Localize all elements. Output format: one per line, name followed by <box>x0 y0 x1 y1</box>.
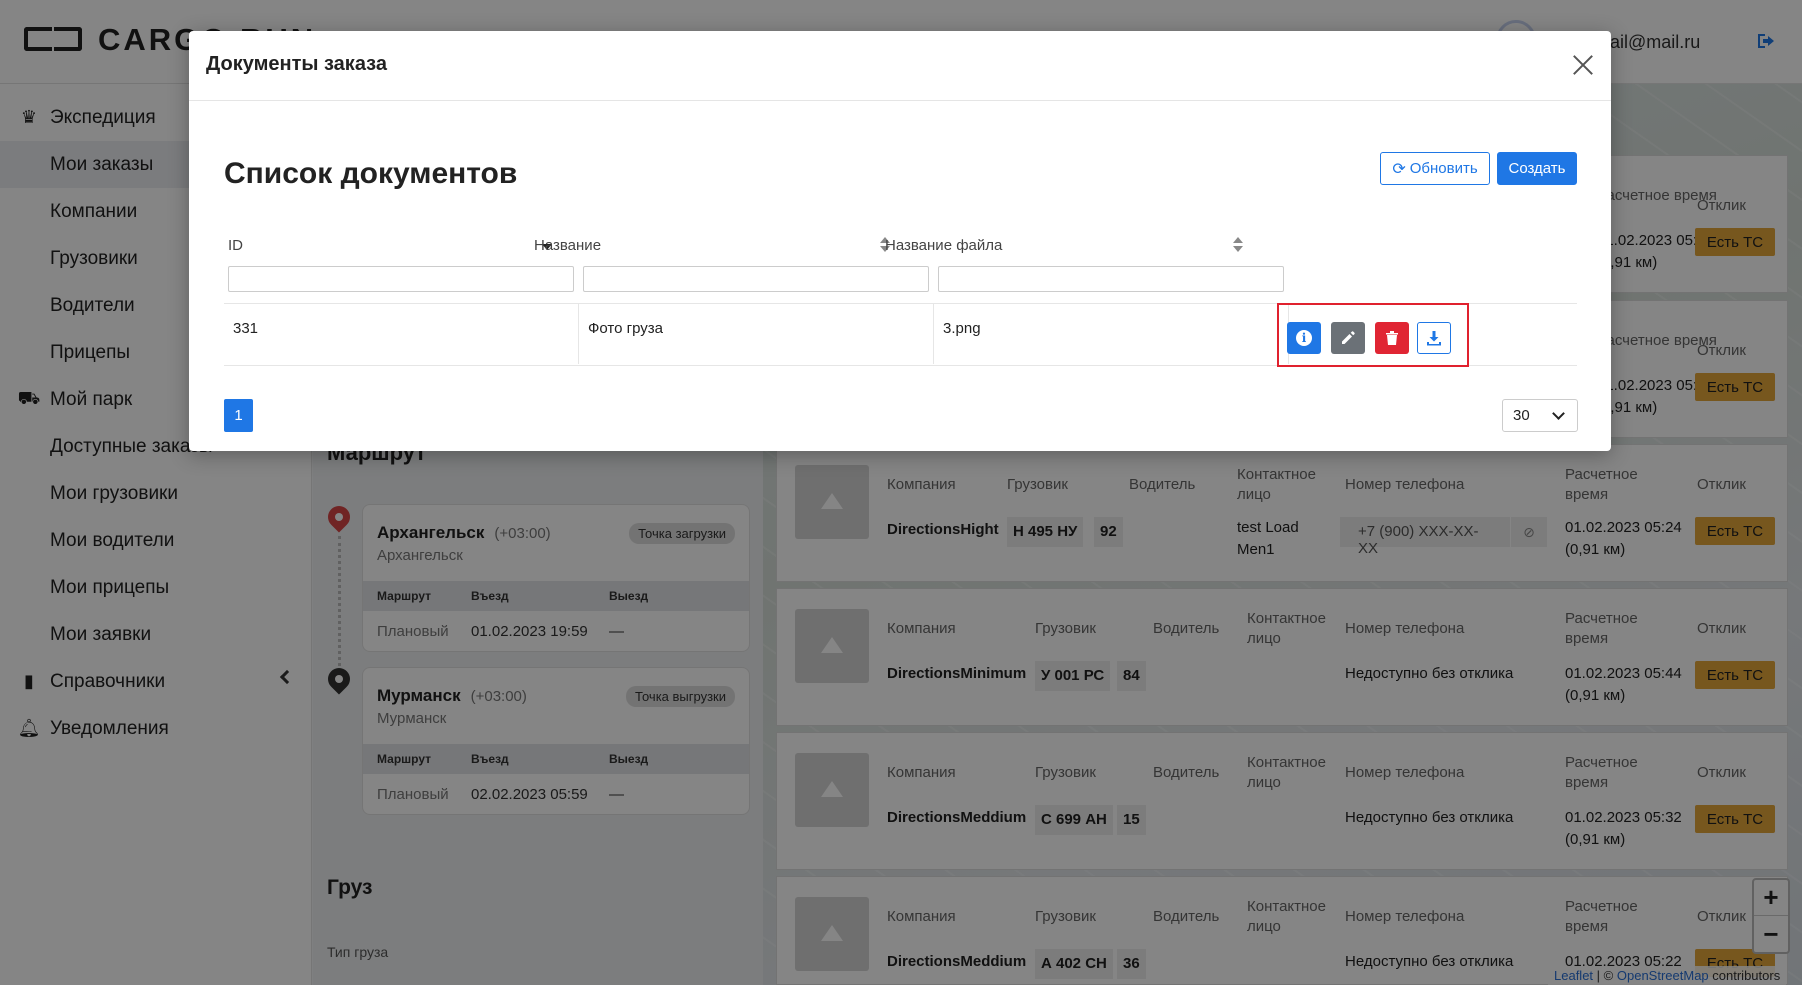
refresh-icon: ⟳ <box>1392 160 1406 178</box>
trash-icon <box>1386 331 1398 345</box>
column-header-id[interactable]: ID <box>228 237 243 254</box>
info-icon: i <box>1296 330 1312 346</box>
close-icon[interactable] <box>1569 51 1597 79</box>
filter-id-input[interactable] <box>228 266 574 292</box>
cell-name: Фото груза <box>588 320 663 337</box>
page-title: Список документов <box>224 157 518 190</box>
delete-button[interactable] <box>1375 322 1409 354</box>
refresh-button-label: Обновить <box>1409 160 1478 177</box>
download-icon <box>1427 331 1441 346</box>
filter-file-input[interactable] <box>938 266 1284 292</box>
page-size-select[interactable]: 30 <box>1502 399 1578 432</box>
sort-icon[interactable] <box>1233 237 1243 253</box>
modal-title: Документы заказа <box>206 53 387 75</box>
row-actions: i <box>1277 303 1469 367</box>
column-divider <box>933 304 934 364</box>
info-button[interactable]: i <box>1287 322 1321 354</box>
pagination-page-1[interactable]: 1 <box>224 399 253 432</box>
create-button[interactable]: Создать <box>1497 152 1577 185</box>
cell-file: 3.png <box>943 320 981 337</box>
column-header-file[interactable]: Название файла <box>885 237 1002 254</box>
refresh-button[interactable]: ⟳ Обновить <box>1380 152 1490 185</box>
filter-name-input[interactable] <box>583 266 929 292</box>
cell-id: 331 <box>233 320 259 337</box>
page-size-value: 30 <box>1513 407 1530 424</box>
edit-button[interactable] <box>1331 322 1365 354</box>
pencil-icon <box>1342 331 1355 344</box>
modal-header: Документы заказа <box>189 31 1611 101</box>
column-header-name[interactable]: Название <box>534 237 601 254</box>
chevron-down-icon <box>1552 407 1565 420</box>
column-divider <box>578 304 579 364</box>
download-button[interactable] <box>1417 322 1451 354</box>
documents-modal: Документы заказа Список документов ⟳ Обн… <box>189 31 1611 451</box>
